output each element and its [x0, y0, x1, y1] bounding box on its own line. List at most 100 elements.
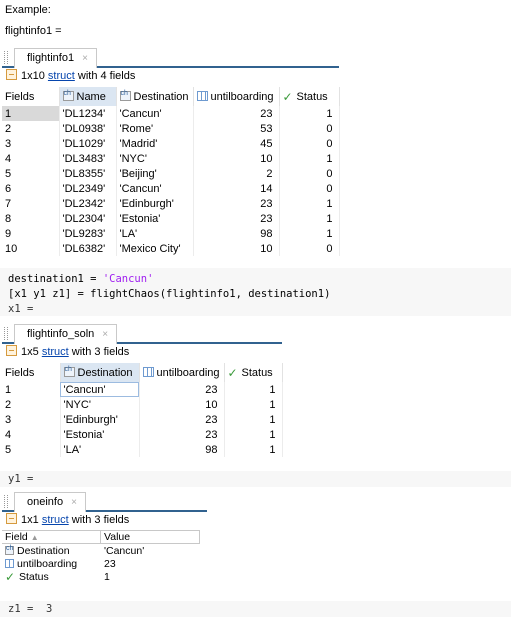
struct-link[interactable]: struct — [48, 70, 75, 82]
list-item[interactable]: ✓ Status 1 — [2, 571, 200, 584]
table-cell[interactable]: 0 — [279, 181, 340, 196]
table-cell[interactable]: 'Estonia' — [60, 427, 140, 442]
column-header-status[interactable]: ✓ Status — [279, 87, 340, 106]
table-cell[interactable]: 45 — [193, 136, 280, 151]
table-row[interactable]: 6 'DL2349' 'Cancun' 14 0 — [2, 181, 340, 196]
list-item[interactable]: Destination 'Cancun' — [2, 545, 200, 558]
table-row[interactable]: 3 'DL1029' 'Madrid' 45 0 — [2, 136, 340, 151]
table-cell[interactable]: 1 — [279, 196, 340, 211]
table-cell[interactable]: 1 — [279, 106, 340, 121]
table-cell[interactable]: 1 — [224, 442, 283, 457]
field-column-header[interactable]: Field ▲ — [5, 531, 39, 543]
table-cell[interactable]: 'Mexico City' — [116, 241, 194, 256]
table-cell[interactable]: 0 — [279, 121, 340, 136]
string-icon — [62, 90, 74, 101]
table-cell[interactable]: 'Estonia' — [116, 211, 194, 226]
close-icon[interactable]: × — [71, 497, 77, 508]
table-cell[interactable]: 'Beijing' — [116, 166, 194, 181]
table-cell[interactable]: 53 — [193, 121, 280, 136]
table-cell[interactable]: 'NYC' — [60, 397, 140, 412]
close-icon[interactable]: × — [102, 329, 108, 340]
table-cell[interactable]: 'DL1234' — [59, 106, 117, 121]
table-cell[interactable]: 'Cancun' — [116, 106, 194, 121]
table-cell[interactable]: 'DL8355' — [59, 166, 117, 181]
table-cell[interactable]: 1 — [224, 427, 283, 442]
table-cell[interactable]: 10 — [139, 397, 225, 412]
table-cell[interactable]: 'DL2304' — [59, 211, 117, 226]
table-cell[interactable]: 23 — [193, 196, 280, 211]
table-cell[interactable]: 98 — [139, 442, 225, 457]
table-row[interactable]: 9 'DL9283' 'LA' 98 1 — [2, 226, 340, 241]
table-cell[interactable]: 'LA' — [60, 442, 140, 457]
table-cell[interactable]: 'Cancun' — [60, 382, 140, 397]
table-cell[interactable]: 'Cancun' — [116, 181, 194, 196]
table-row[interactable]: 1 'DL1234' 'Cancun' 23 1 — [2, 106, 340, 121]
x1-label: x1 = — [8, 303, 34, 315]
column-header-destination[interactable]: Destination — [60, 363, 140, 382]
table-cell[interactable]: 'Madrid' — [116, 136, 194, 151]
table-cell[interactable]: 'Edinburgh' — [60, 412, 140, 427]
flightinfo-soln-table: Fields Destination untilboarding ✓Status… — [2, 363, 283, 457]
table-cell[interactable]: 2 — [193, 166, 280, 181]
table-cell[interactable]: 0 — [279, 136, 340, 151]
column-header-status[interactable]: ✓ Status — [224, 363, 283, 382]
table-row[interactable]: 5 'DL8355' 'Beijing' 2 0 — [2, 166, 340, 181]
list-item[interactable]: untilboarding 23 — [2, 558, 200, 571]
table-cell[interactable]: 23 — [193, 211, 280, 226]
table-row[interactable]: 2 'NYC' 10 1 — [2, 397, 283, 412]
value-column-header[interactable]: Value — [104, 531, 130, 543]
table-cell[interactable]: 1 — [279, 151, 340, 166]
table-row[interactable]: 10 'DL6382' 'Mexico City' 10 0 — [2, 241, 340, 256]
table-cell[interactable]: 'LA' — [116, 226, 194, 241]
table-cell[interactable]: 10 — [193, 151, 280, 166]
table-row[interactable]: 1 'Cancun' 23 1 — [2, 382, 283, 397]
close-icon[interactable]: × — [82, 53, 88, 64]
table-cell[interactable]: 1 — [279, 226, 340, 241]
tab-flightinfo1[interactable]: flightinfo1 × — [14, 48, 97, 68]
row-index: 10 — [2, 241, 60, 256]
table-row[interactable]: 7 'DL2342' 'Edinburgh' 23 1 — [2, 196, 340, 211]
table-cell[interactable]: 23 — [139, 382, 225, 397]
struct-link[interactable]: struct — [42, 346, 69, 358]
table-cell[interactable]: 98 — [193, 226, 280, 241]
drag-grip-icon[interactable] — [4, 495, 8, 508]
table-cell[interactable]: 'Edinburgh' — [116, 196, 194, 211]
table-cell[interactable]: 'DL2349' — [59, 181, 117, 196]
table-row[interactable]: 2 'DL0938' 'Rome' 53 0 — [2, 121, 340, 136]
tab-oneinfo[interactable]: oneinfo × — [14, 492, 86, 512]
column-header-untilboarding[interactable]: untilboarding — [193, 87, 280, 106]
table-cell[interactable]: 1 — [279, 211, 340, 226]
table-row[interactable]: 4 'DL3483' 'NYC' 10 1 — [2, 151, 340, 166]
table-cell[interactable]: 'NYC' — [116, 151, 194, 166]
table-cell[interactable]: 23 — [193, 106, 280, 121]
column-header-untilboarding[interactable]: untilboarding — [139, 363, 225, 382]
table-cell[interactable]: 'DL0938' — [59, 121, 117, 136]
table-cell[interactable]: 'DL1029' — [59, 136, 117, 151]
struct-link[interactable]: struct — [42, 514, 69, 526]
table-cell[interactable]: 1 — [224, 412, 283, 427]
table-cell[interactable]: 'Rome' — [116, 121, 194, 136]
table-cell[interactable]: 23 — [139, 427, 225, 442]
table-cell[interactable]: 'DL2342' — [59, 196, 117, 211]
table-row[interactable]: 5 'LA' 98 1 — [2, 442, 283, 457]
table-cell[interactable]: 10 — [193, 241, 280, 256]
column-header-name[interactable]: Name — [59, 87, 117, 106]
drag-grip-icon[interactable] — [4, 327, 8, 340]
table-cell[interactable]: 'DL6382' — [59, 241, 117, 256]
row-index: 5 — [2, 166, 60, 181]
table-cell[interactable]: 1 — [224, 397, 283, 412]
table-cell[interactable]: 'DL9283' — [59, 226, 117, 241]
table-cell[interactable]: 'DL3483' — [59, 151, 117, 166]
table-cell[interactable]: 14 — [193, 181, 280, 196]
column-header-destination[interactable]: Destination — [116, 87, 194, 106]
tab-flightinfo-soln[interactable]: flightinfo_soln × — [14, 324, 118, 344]
drag-grip-icon[interactable] — [4, 51, 8, 64]
table-row[interactable]: 4 'Estonia' 23 1 — [2, 427, 283, 442]
table-cell[interactable]: 1 — [224, 382, 283, 397]
z1-line: z1 = 3 — [0, 601, 511, 617]
table-cell[interactable]: 23 — [139, 412, 225, 427]
table-row[interactable]: 3 'Edinburgh' 23 1 — [2, 412, 283, 427]
table-cell[interactable]: 0 — [279, 241, 340, 256]
table-cell[interactable]: 0 — [279, 166, 340, 181]
table-row[interactable]: 8 'DL2304' 'Estonia' 23 1 — [2, 211, 340, 226]
